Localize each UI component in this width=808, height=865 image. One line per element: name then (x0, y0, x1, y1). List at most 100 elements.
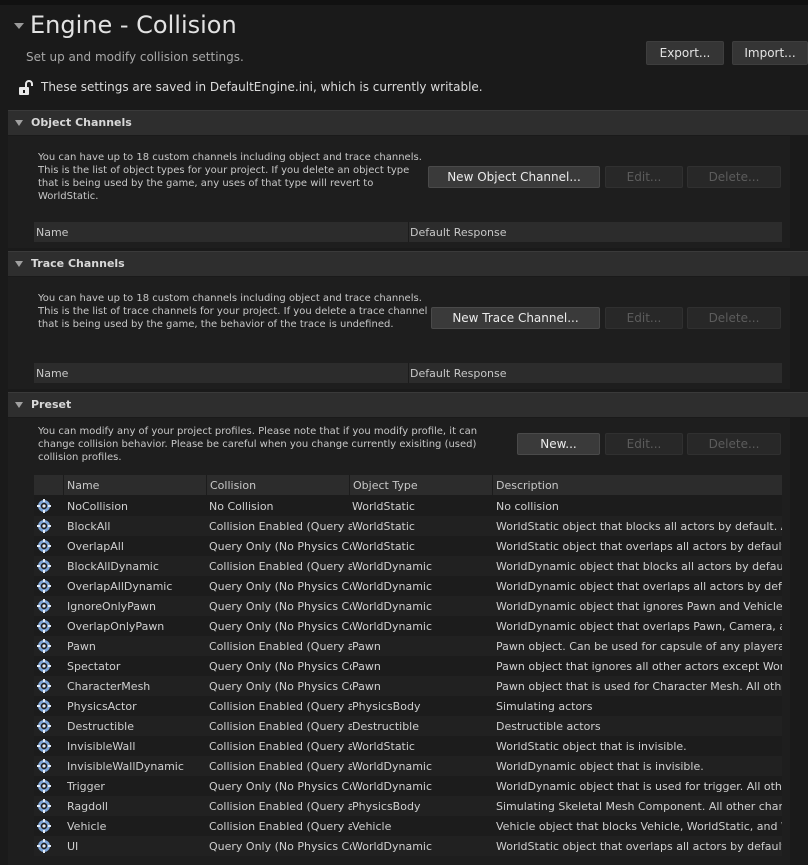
cell-name: BlockAllDynamic (67, 560, 159, 573)
cell-object-type: WorldDynamic (352, 620, 433, 633)
column-divider[interactable] (349, 475, 350, 495)
cell-name: Pawn (67, 640, 96, 653)
page-title: Engine - Collision (30, 11, 237, 39)
delete-trace-channel-button[interactable]: Delete... (687, 307, 781, 329)
cell-object-type: WorldDynamic (352, 600, 433, 613)
cell-description: Pawn object that is used for Character M… (496, 680, 782, 693)
cell-collision: Collision Enabled (Query and (209, 720, 352, 733)
table-row[interactable]: VehicleCollision Enabled (Query andVehic… (34, 816, 782, 836)
new-trace-channel-button[interactable]: New Trace Channel... (431, 307, 600, 329)
cell-name: IgnoreOnlyPawn (67, 600, 157, 613)
cell-collision: Query Only (No Physics Coll (209, 840, 352, 853)
table-row[interactable]: OverlapAllDynamic Query Only (No Physics … (34, 576, 782, 596)
table-row[interactable]: BlockAllCollision Enabled (Query andWorl… (34, 516, 782, 536)
table-row[interactable]: PawnCollision Enabled (Query andPawnPawn… (34, 636, 782, 656)
cell-description: WorldDynamic object that is invisible. (496, 760, 704, 773)
cell-description: WorldDynamic object that overlaps Pawn, … (496, 620, 782, 633)
new-object-channel-button[interactable]: New Object Channel... (428, 166, 600, 188)
cell-collision: Query Only (No Physics Coll (209, 660, 352, 673)
unlocked-padlock-icon[interactable] (18, 80, 34, 96)
delete-object-channel-button[interactable]: Delete... (687, 166, 781, 188)
column-divider[interactable] (408, 363, 409, 383)
edit-object-channel-button[interactable]: Edit... (605, 166, 683, 188)
cell-description: No collision (496, 500, 559, 513)
cell-collision: Collision Enabled (Query and (209, 760, 352, 773)
cell-object-type: PhysicsBody (352, 800, 421, 813)
column-collision[interactable]: Collision (210, 479, 256, 492)
cell-object-type: Pawn (352, 660, 381, 673)
cell-object-type: PhysicsBody (352, 700, 421, 713)
gear-badge-icon (37, 759, 51, 773)
column-divider[interactable] (206, 475, 207, 495)
cell-collision: Query Only (No Physics Coll (209, 780, 352, 793)
section-title: Preset (31, 398, 72, 411)
chevron-down-icon (15, 120, 23, 126)
collapse-chevron-icon[interactable] (14, 23, 24, 29)
new-preset-button[interactable]: New... (517, 433, 600, 455)
page-subtitle: Set up and modify collision settings. (26, 50, 244, 64)
column-name[interactable]: Name (67, 479, 99, 492)
column-divider[interactable] (408, 222, 409, 242)
cell-description: Destructible actors (496, 720, 601, 733)
import-button[interactable]: Import... (732, 41, 808, 65)
cell-name: UI (67, 840, 79, 853)
table-row[interactable]: PhysicsActor Collision Enabled (Query and… (34, 696, 782, 716)
table-row[interactable]: IgnoreOnlyPawn Query Only (No Physics Col… (34, 596, 782, 616)
top-strip (0, 0, 808, 5)
section-header-trace-channels[interactable]: Trace Channels (8, 251, 808, 276)
delete-preset-button[interactable]: Delete... (687, 433, 781, 455)
cell-collision: Collision Enabled (Query and (209, 560, 352, 573)
table-row[interactable]: OverlapOnlyPawn Query Only (No Physics Co… (34, 616, 782, 636)
cell-description: WorldStatic object that overlaps all act… (496, 540, 782, 553)
cell-object-type: WorldDynamic (352, 760, 433, 773)
table-row[interactable]: InvisibleWall Collision Enabled (Query an… (34, 736, 782, 756)
gear-badge-icon (37, 819, 51, 833)
table-row[interactable]: BlockAllDynamic Collision Enabled (Query … (34, 556, 782, 576)
cell-object-type: Destructible (352, 720, 419, 733)
edit-trace-channel-button[interactable]: Edit... (605, 307, 683, 329)
section-header-object-channels[interactable]: Object Channels (8, 110, 808, 135)
cell-collision: Collision Enabled (Query and (209, 700, 352, 713)
cell-object-type: Pawn (352, 680, 381, 693)
preset-description: You can modify any of your project profi… (38, 426, 478, 463)
column-divider[interactable] (63, 475, 64, 495)
table-row[interactable]: UI Query Only (No Physics Coll WorldDynami… (34, 836, 782, 856)
column-description[interactable]: Description (496, 479, 559, 492)
cell-name: OverlapOnlyPawn (67, 620, 165, 633)
cell-description: Simulating Skeletal Mesh Component. All … (496, 800, 782, 813)
table-row[interactable]: CharacterMesh Query Only (No Physics Coll… (34, 676, 782, 696)
column-name: Name (36, 226, 69, 239)
cell-object-type: WorldStatic (352, 540, 415, 553)
table-row[interactable]: OverlapAll Query Only (No Physics Coll Wor… (34, 536, 782, 556)
cell-description: WorldStatic object that blocks all actor… (496, 520, 782, 533)
cell-object-type: WorldDynamic (352, 780, 433, 793)
gear-badge-icon (37, 579, 51, 593)
table-row[interactable]: Ragdoll Collision Enabled (Query andPhysi… (34, 796, 782, 816)
cell-description: WorldDynamic object that overlaps all ac… (496, 580, 782, 593)
gear-badge-icon (37, 659, 51, 673)
table-row[interactable]: DestructibleCollision Enabled (Query and… (34, 716, 782, 736)
cell-description: WorldDynamic object that blocks all acto… (496, 560, 782, 573)
chevron-down-icon (15, 261, 23, 267)
cell-collision: Collision Enabled (Query and (209, 800, 352, 813)
cell-name: BlockAll (67, 520, 111, 533)
preset-table: Name Collision Object Type Description N… (34, 475, 782, 856)
table-row[interactable]: InvisibleWallDynamic Collision Enabled (Q… (34, 756, 782, 776)
cell-collision: Collision Enabled (Query and (209, 740, 352, 753)
save-note: These settings are saved in DefaultEngin… (41, 80, 483, 94)
column-divider[interactable] (492, 475, 493, 495)
table-row[interactable]: Spectator Query Only (No Physics Coll Pawn… (34, 656, 782, 676)
table-row[interactable]: Trigger Query Only (No Physics Coll WorldD… (34, 776, 782, 796)
cell-name: InvisibleWall (67, 740, 136, 753)
section-title: Object Channels (31, 116, 132, 129)
cell-name: InvisibleWallDynamic (67, 760, 184, 773)
column-object-type[interactable]: Object Type (353, 479, 418, 492)
edit-preset-button[interactable]: Edit... (605, 433, 683, 455)
cell-description: WorldStatic object that is invisible. (496, 740, 687, 753)
cell-object-type: Pawn (352, 640, 381, 653)
section-header-preset[interactable]: Preset (8, 392, 808, 417)
cell-collision: Query Only (No Physics Coll (209, 540, 352, 553)
export-button[interactable]: Export... (646, 41, 724, 65)
gear-badge-icon (37, 539, 51, 553)
table-row[interactable]: NoCollision No Collision WorldStatic No col… (34, 496, 782, 516)
